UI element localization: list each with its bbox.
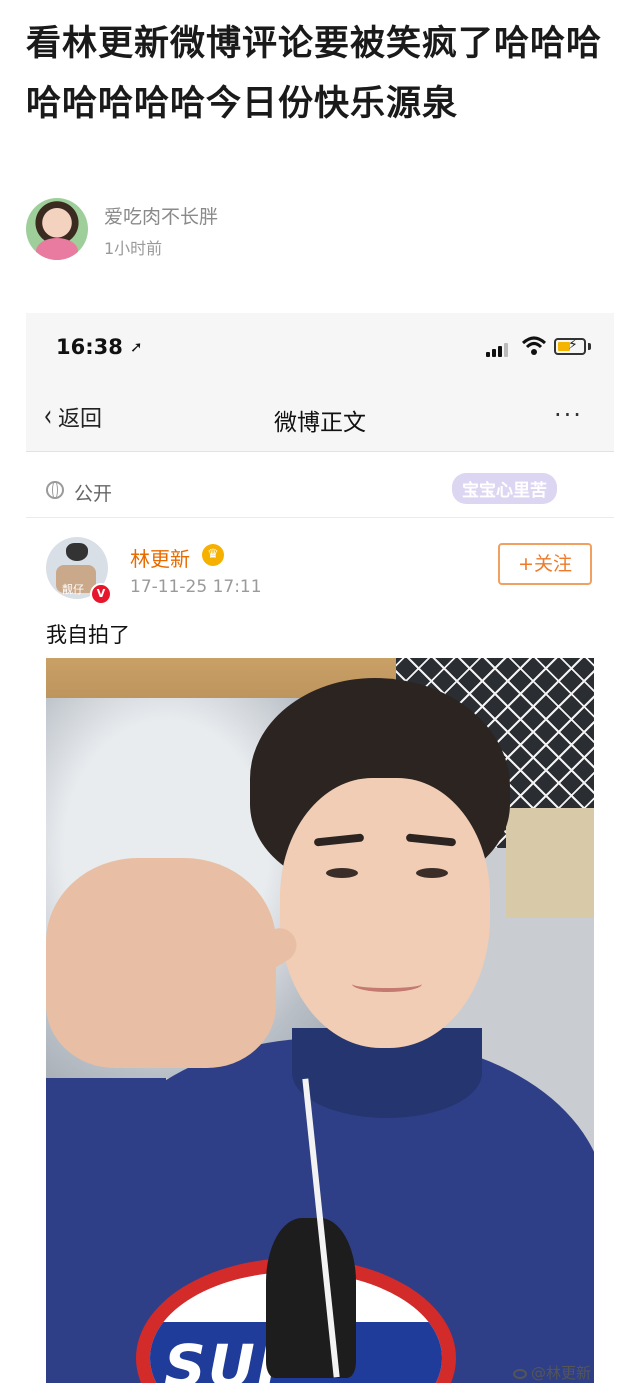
divider [26,517,614,518]
post-timestamp: 17-11-25 17:11 [130,577,262,597]
watermark-text: @林更新 [531,1364,592,1382]
sticker-watermark: 宝宝心里苦 [452,473,557,504]
post-photo[interactable]: SUP [46,658,594,1383]
signal-icon [486,341,514,357]
embedded-weibo-screenshot: 16:38 ➚ ⚡ ‹ 返回 微博正文 ··· 公开 宝宝心里苦 靓仔 V 林更… [26,313,614,1388]
globe-icon [46,481,64,499]
author-name[interactable]: 爱吃肉不长胖 [104,202,218,229]
page-title: 微博正文 [274,410,366,436]
status-bar: 16:38 ➚ ⚡ [26,313,614,383]
privacy-row: 公开 宝宝心里苦 [26,465,614,517]
more-options-icon[interactable]: ··· [554,401,583,429]
nav-bar: ‹ 返回 微博正文 ··· [26,383,614,452]
verified-badge-icon: V [90,583,112,605]
battery-icon: ⚡ [554,337,586,355]
post-age: 1小时前 [104,239,163,258]
follow-button[interactable]: +关注 [498,543,592,585]
author-row[interactable]: 爱吃肉不长胖 1小时前 [26,198,586,262]
location-arrow-icon: ➚ [130,338,143,356]
post-text: 我自拍了 [46,623,130,647]
crown-icon: ♛ [202,544,224,566]
weibo-watermark: @林更新 [513,1362,591,1383]
privacy-label: 公开 [74,483,113,505]
poster-name[interactable]: 林更新 [130,543,190,572]
article-title: 看林更新微博评论要被笑疯了哈哈哈哈哈哈哈哈今日份快乐源泉 [26,24,603,124]
wifi-icon [521,336,547,355]
author-avatar[interactable] [26,198,88,260]
avatar-tag: 靓仔 [62,583,84,596]
weibo-logo-icon [513,1368,527,1379]
status-time: 16:38 [56,335,123,359]
